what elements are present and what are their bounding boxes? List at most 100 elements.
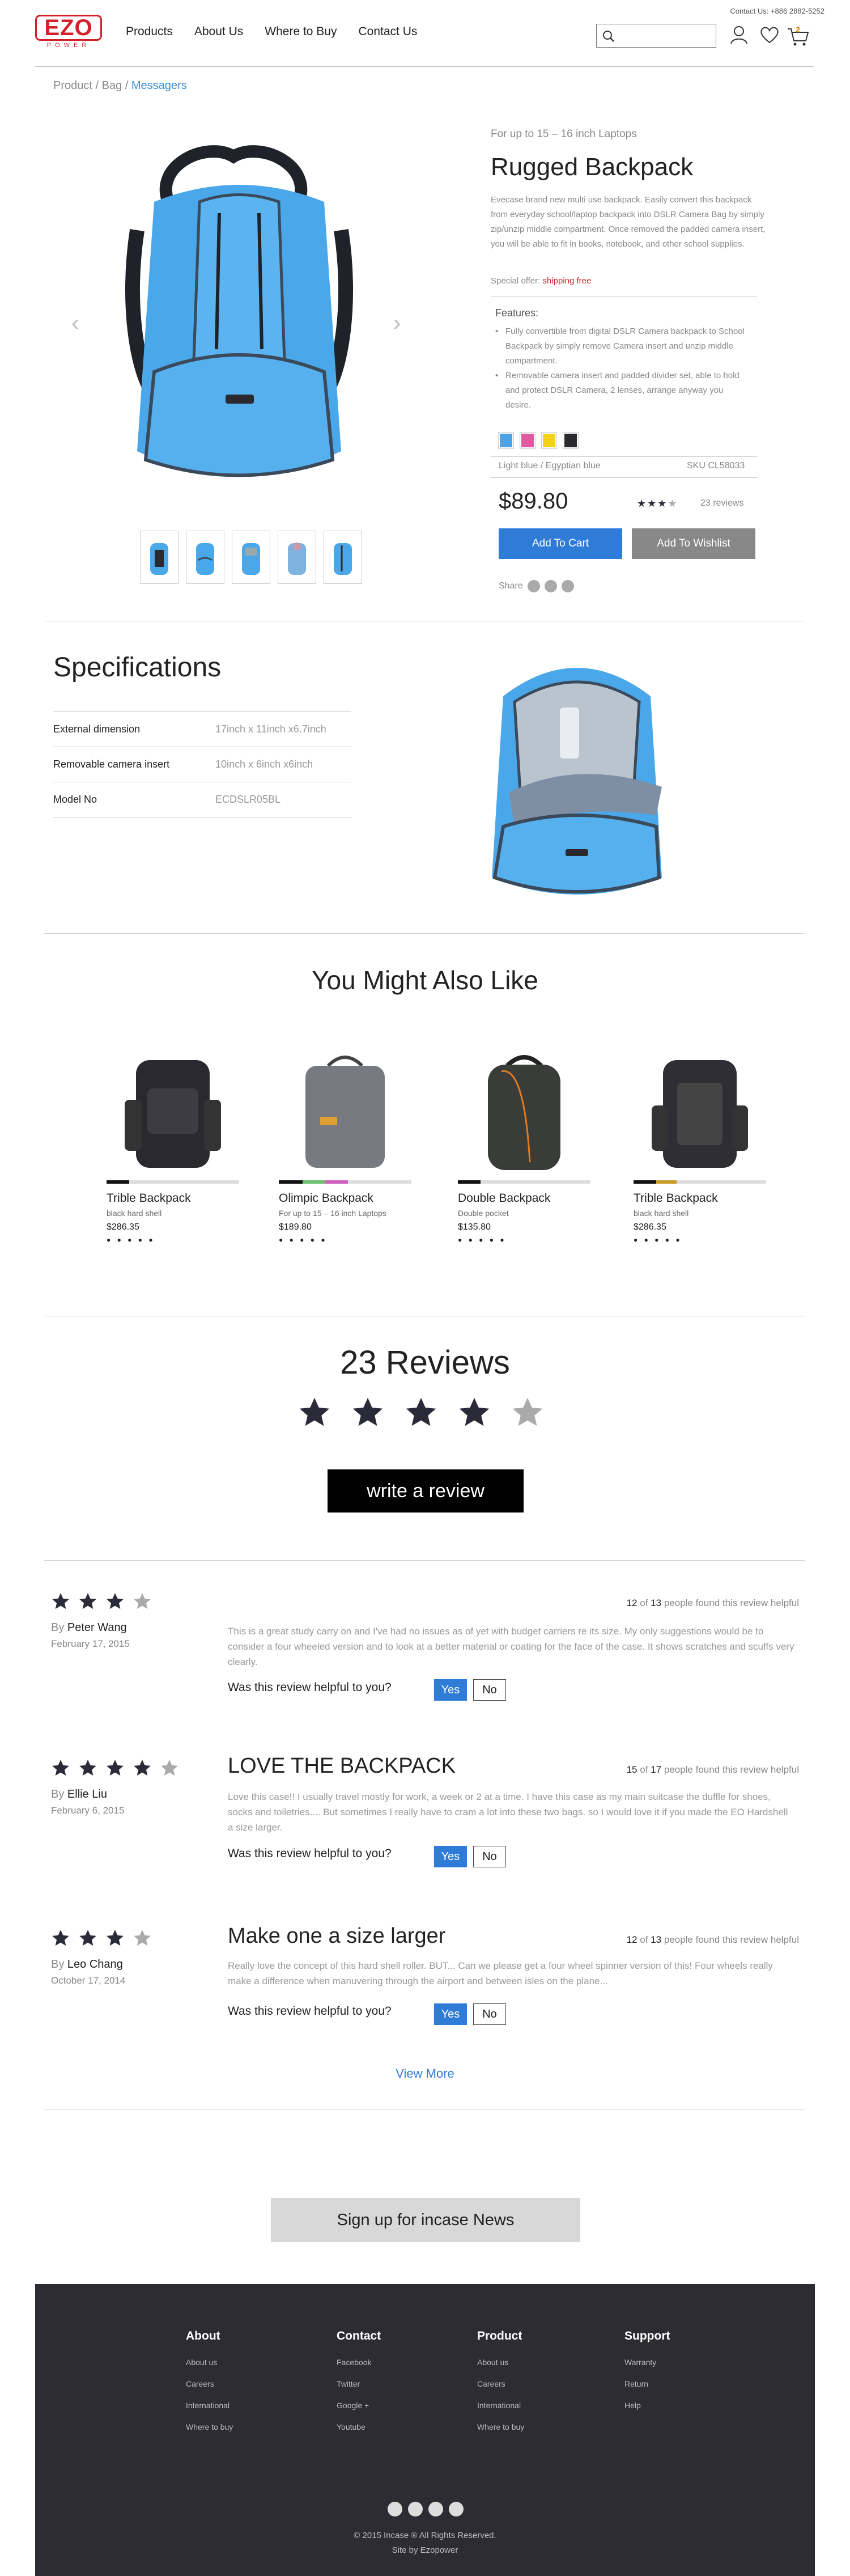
- nav-about-us[interactable]: About Us: [194, 25, 243, 39]
- nav-where-to-buy[interactable]: Where to Buy: [265, 25, 337, 39]
- next-image-arrow[interactable]: ›: [393, 311, 401, 336]
- spec-value: ECDSLR05BL: [215, 782, 351, 817]
- footer-link[interactable]: Where to buy: [477, 2422, 524, 2431]
- footer-link[interactable]: International: [477, 2401, 524, 2410]
- product-subtitle: For up to 15 – 16 inch Laptops: [491, 128, 637, 140]
- top-contact: Contact Us: +886 2882-5252: [730, 7, 824, 15]
- footer-link[interactable]: Warranty: [624, 2358, 670, 2367]
- specifications-title: Specifications: [53, 653, 222, 683]
- google-plus-icon[interactable]: [428, 2502, 443, 2516]
- facebook-icon[interactable]: [388, 2502, 402, 2516]
- search-icon: [603, 31, 614, 42]
- review-author: By Ellie Liu: [51, 1788, 107, 1800]
- write-review-button[interactable]: write a review: [328, 1469, 524, 1512]
- footer-link[interactable]: International: [186, 2401, 233, 2410]
- related-product-card[interactable]: Trible Backpack black hard shell $286.35…: [634, 1037, 766, 1244]
- user-icon[interactable]: [730, 25, 748, 44]
- helpful-yes-button[interactable]: Yes: [434, 2003, 467, 2025]
- helpful-no-button[interactable]: No: [473, 1846, 506, 1867]
- related-product-price: $286.35: [634, 1222, 666, 1232]
- breadcrumb-current[interactable]: Messagers: [131, 79, 187, 92]
- helpful-question: Was this review helpful to you?: [228, 2005, 392, 2018]
- footer-link[interactable]: Facebook: [337, 2358, 381, 2367]
- swatch-yellow[interactable]: [541, 432, 557, 449]
- related-product-price: $189.80: [279, 1222, 312, 1232]
- footer-link[interactable]: About us: [477, 2358, 524, 2367]
- youtube-icon[interactable]: [449, 2502, 464, 2516]
- google-plus-icon[interactable]: [561, 580, 574, 592]
- related-product-name: Olimpic Backpack: [279, 1192, 373, 1205]
- add-to-wishlist-button[interactable]: Add To Wishlist: [632, 528, 755, 559]
- newsletter-signup-button[interactable]: Sign up for incase News: [271, 2198, 580, 2242]
- review-date: October 17, 2014: [51, 1975, 126, 1986]
- review-count[interactable]: 23 reviews: [700, 498, 743, 509]
- footer-link[interactable]: Return: [624, 2379, 670, 2388]
- color-bar: [107, 1180, 239, 1184]
- related-product-card[interactable]: Olimpic Backpack For up to 15 – 16 inch …: [279, 1037, 411, 1244]
- thumbnail-1[interactable]: [140, 531, 178, 584]
- related-product-name: Trible Backpack: [107, 1192, 191, 1205]
- twitter-icon[interactable]: [408, 2502, 423, 2516]
- view-more-link[interactable]: View More: [0, 2066, 850, 2081]
- divider: [491, 456, 757, 457]
- product-image: [279, 1037, 411, 1173]
- breadcrumb-bag[interactable]: Bag: [102, 79, 122, 92]
- review-heading: LOVE THE BACKPACK: [228, 1754, 456, 1778]
- swatch-black[interactable]: [563, 432, 579, 449]
- feature-item: Fully convertible from digital DSLR Came…: [495, 324, 750, 368]
- share-bar: Share: [499, 580, 574, 592]
- footer-link[interactable]: Twitter: [337, 2379, 381, 2388]
- product-price: $89.80: [499, 489, 568, 514]
- logo[interactable]: EZO POWER: [35, 15, 102, 49]
- footer-link[interactable]: Google +: [337, 2401, 381, 2410]
- star-icon: [52, 1760, 69, 1776]
- helpful-no-button[interactable]: No: [473, 1679, 506, 1701]
- thumbnail-2[interactable]: [186, 531, 224, 584]
- swatch-pink[interactable]: [520, 432, 536, 449]
- wishlist-icon[interactable]: [759, 25, 780, 44]
- review-stars: [51, 1929, 152, 1948]
- footer: About About us Careers International Whe…: [35, 2284, 815, 2576]
- footer-link[interactable]: About us: [186, 2358, 233, 2367]
- spec-label: Model No: [53, 782, 215, 817]
- twitter-icon[interactable]: [544, 580, 557, 592]
- thumbnail-4[interactable]: [278, 531, 316, 584]
- nav-products[interactable]: Products: [126, 25, 173, 39]
- footer-link[interactable]: Youtube: [337, 2422, 381, 2431]
- review-date: February 17, 2015: [51, 1638, 130, 1649]
- add-to-cart-button[interactable]: Add To Cart: [499, 528, 622, 559]
- divider: [491, 477, 757, 478]
- star-icon: [406, 1397, 436, 1426]
- helpful-yes-button[interactable]: Yes: [434, 1679, 467, 1701]
- related-product-card[interactable]: Double Backpack Double pocket $135.80 ● …: [458, 1037, 590, 1244]
- footer-link[interactable]: Careers: [186, 2379, 233, 2388]
- helpful-no-button[interactable]: No: [473, 2003, 506, 2025]
- color-bar: [279, 1180, 411, 1184]
- footer-link[interactable]: Where to buy: [186, 2422, 233, 2431]
- thumbnail-3[interactable]: [232, 531, 270, 584]
- prev-image-arrow[interactable]: ‹: [71, 311, 79, 336]
- thumbnail-5[interactable]: [324, 531, 362, 584]
- breadcrumb-product[interactable]: Product: [53, 79, 92, 92]
- nav-contact-us[interactable]: Contact Us: [359, 25, 418, 39]
- swatch-blue[interactable]: [498, 432, 514, 449]
- related-product-card[interactable]: Trible Backpack black hard shell $286.35…: [107, 1037, 239, 1244]
- review-body: This is a great study carry on and I've …: [228, 1626, 794, 1667]
- search-input[interactable]: [596, 24, 716, 48]
- star-icon: [79, 1760, 96, 1776]
- helpful-question: Was this review helpful to you?: [228, 1681, 392, 1694]
- review-heading: Make one a size larger: [228, 1924, 446, 1948]
- review-body: Love this case!! I usually travel mostly…: [228, 1791, 788, 1833]
- product-title: Rugged Backpack: [491, 153, 694, 181]
- specifications-table: External dimension 17inch x 11inch x6.7in…: [53, 711, 351, 817]
- review-helpful-count: 15 of 17 people found this review helpfu…: [626, 1764, 799, 1775]
- related-product-price: $135.80: [458, 1222, 491, 1232]
- facebook-icon[interactable]: [527, 580, 540, 592]
- footer-link[interactable]: Help: [624, 2401, 670, 2410]
- star-icon: [107, 1593, 124, 1609]
- footer-link[interactable]: Careers: [477, 2379, 524, 2388]
- related-product-sub: black hard shell: [634, 1209, 689, 1218]
- related-product-rating: ● ● ● ● ●: [107, 1236, 155, 1244]
- helpful-yes-button[interactable]: Yes: [434, 1846, 467, 1867]
- feature-item: Removable camera insert and padded divid…: [495, 368, 750, 413]
